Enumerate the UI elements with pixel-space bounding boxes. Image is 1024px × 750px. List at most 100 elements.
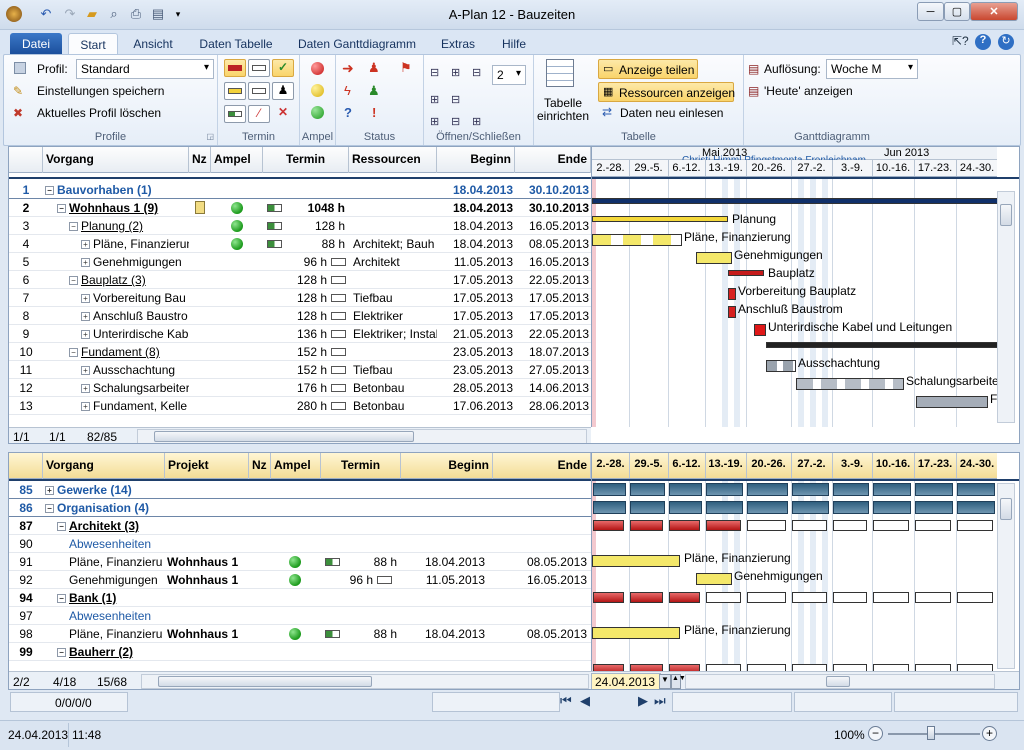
- expand-icon[interactable]: +: [81, 330, 90, 340]
- table-row[interactable]: 85 + Gewerke (14): [9, 481, 591, 499]
- task-bar-plaene[interactable]: [592, 234, 682, 246]
- gantt-date-field[interactable]: 24.04.2013: [591, 673, 661, 689]
- col-ampel[interactable]: Ampel: [211, 147, 263, 173]
- top-vscroll-thumb[interactable]: [1000, 204, 1012, 226]
- tab-extras[interactable]: Extras: [434, 33, 482, 54]
- col-termin[interactable]: Termin: [263, 147, 349, 173]
- task-name[interactable]: + Pläne, Finanzierun: [81, 237, 189, 251]
- level-dropdown[interactable]: 2: [492, 65, 526, 85]
- col-termin-b[interactable]: Termin: [321, 453, 401, 479]
- summary-bar-bauplatz[interactable]: [728, 270, 764, 276]
- save-profile-button[interactable]: Einstellungen speichern: [37, 84, 164, 98]
- tab-daten-tabelle[interactable]: Daten Tabelle: [192, 33, 280, 54]
- task-name[interactable]: Pläne, Finanzieru: [69, 555, 165, 569]
- status-exclamation-icon[interactable]: !: [372, 105, 376, 120]
- tab-ansicht[interactable]: Ansicht: [124, 33, 182, 54]
- task-name[interactable]: − Bauplatz (3): [69, 273, 189, 287]
- summary-bar-planung[interactable]: [592, 216, 728, 222]
- minimize-icon[interactable]: ─: [917, 2, 944, 21]
- table-row[interactable]: 99 − Bauherr (2): [9, 643, 591, 661]
- table-row[interactable]: 13 + Fundament, Kelle 280 h Betonbau 17.06.20…: [9, 397, 591, 415]
- task-bar-kabel[interactable]: [754, 324, 766, 336]
- table-row[interactable]: 5 + Genehmigungen 96 h Architekt 11.05.2013 16…: [9, 253, 591, 271]
- termin-check-icon[interactable]: ✓: [272, 59, 294, 77]
- task-name[interactable]: − Planung (2): [69, 219, 189, 233]
- heute-anzeigen-button[interactable]: 'Heute' anzeigen: [764, 84, 853, 98]
- task-bar-genehmigungen-architekt[interactable]: [696, 573, 732, 585]
- collapse-icon[interactable]: −: [69, 348, 78, 358]
- task-bar-fundament-keller[interactable]: [916, 396, 988, 408]
- zoom-in-icon[interactable]: +: [982, 726, 997, 741]
- task-name[interactable]: + Ausschachtung: [81, 363, 189, 377]
- task-name[interactable]: − Bauvorhaben (1): [45, 183, 189, 197]
- task-name[interactable]: − Bank (1): [57, 591, 165, 605]
- termin-bar-yellow-icon[interactable]: [224, 82, 246, 100]
- col-beginn-b[interactable]: Beginn: [401, 453, 493, 479]
- table-row[interactable]: 12 + Schalungsarbeiter 176 h Betonbau 28.05.2…: [9, 379, 591, 397]
- col-beginn[interactable]: Beginn: [437, 147, 515, 173]
- profil-dropdown[interactable]: Standard: [76, 59, 214, 79]
- termin-bar-red-icon[interactable]: [224, 59, 246, 77]
- collapse-level-icon[interactable]: ⊟: [472, 66, 481, 79]
- task-name[interactable]: Abwesenheiten: [69, 609, 165, 623]
- col-ende-b[interactable]: Ende: [493, 453, 591, 479]
- gantt-hscroll-thumb[interactable]: [826, 676, 850, 687]
- expand-icon[interactable]: +: [81, 312, 90, 322]
- col-projekt-b[interactable]: Projekt: [165, 453, 249, 479]
- table-row[interactable]: 10 − Fundament (8) 152 h 23.05.2013 18.07.201…: [9, 343, 591, 361]
- table-row[interactable]: 3 − Planung (2) 128 h 18.04.2013 16.05.2013: [9, 217, 591, 235]
- table-row[interactable]: 92 Genehmigungen Wohnhaus 1 96 h 11.05.2013 1…: [9, 571, 591, 589]
- expand-icon[interactable]: +: [81, 366, 90, 376]
- table-row[interactable]: 90 Abwesenheiten: [9, 535, 591, 553]
- collapse-icon[interactable]: −: [45, 504, 54, 514]
- status-lightning-icon[interactable]: ϟ: [344, 83, 351, 98]
- collapse-icon[interactable]: −: [45, 186, 54, 196]
- anzeige-teilen-toggle[interactable]: ▭ Anzeige teilen: [598, 59, 698, 79]
- tab-daten-ganttdiagramm[interactable]: Daten Ganttdiagramm: [290, 33, 424, 54]
- ressourcen-anzeigen-toggle[interactable]: ▦ Ressourcen anzeigen: [598, 82, 735, 102]
- expand-icon[interactable]: +: [81, 294, 90, 304]
- table-setup-icon[interactable]: [546, 59, 574, 87]
- expand-all-icon[interactable]: ⊟: [430, 66, 439, 79]
- table-row[interactable]: 86 − Organisation (4): [9, 499, 591, 517]
- col-ressourcen[interactable]: Ressourcen: [349, 147, 437, 173]
- top-vscroll[interactable]: [997, 191, 1015, 423]
- date-dropdown-icon[interactable]: ▼: [659, 674, 671, 689]
- close-node-icon[interactable]: ⊟: [451, 93, 460, 106]
- expand-icon[interactable]: +: [81, 240, 90, 250]
- termin-person-icon[interactable]: ♟: [272, 82, 294, 100]
- date-spin-icon[interactable]: ▲▼: [671, 674, 686, 689]
- table-row[interactable]: 91 Pläne, Finanzieru Wohnhaus 1 88 h 18.04.2…: [9, 553, 591, 571]
- task-name[interactable]: Abwesenheiten: [69, 537, 165, 551]
- whats-this-icon[interactable]: ⇱?: [952, 34, 969, 48]
- dialog-launcher-icon[interactable]: ◲: [206, 132, 214, 141]
- col-nz-b[interactable]: Nz: [249, 453, 271, 479]
- expand-level-icon[interactable]: ⊞: [451, 66, 460, 79]
- top-hscroll-thumb[interactable]: [154, 431, 414, 442]
- table-row[interactable]: 11 + Ausschachtung 152 h Tiefbau 23.05.2013 27…: [9, 361, 591, 379]
- task-bar-plaene-bank[interactable]: [592, 627, 680, 639]
- expand-icon[interactable]: +: [81, 402, 90, 412]
- bottom-vscroll[interactable]: [997, 483, 1015, 669]
- table-row[interactable]: 9 + Unterirdische Kab 136 h Elektriker; Inst…: [9, 325, 591, 343]
- delete-profile-button[interactable]: Aktuelles Profil löschen: [37, 106, 161, 120]
- tree-icon[interactable]: ⊞: [472, 115, 481, 128]
- table-row[interactable]: 2 − Wohnhaus 1 (9) 1048 h 18.04.2013 30.10.20…: [9, 199, 591, 217]
- zoom-out-icon[interactable]: −: [868, 726, 883, 741]
- collapse-icon[interactable]: −: [57, 204, 66, 214]
- ampel-yellow-icon[interactable]: [311, 84, 324, 97]
- info-icon[interactable]: ↻: [998, 34, 1014, 50]
- expand-icon[interactable]: +: [81, 384, 90, 394]
- task-bar-genehmigungen[interactable]: [696, 252, 732, 264]
- collapse-icon[interactable]: −: [57, 594, 66, 604]
- first-record-icon[interactable]: ⏮: [560, 693, 572, 709]
- last-record-icon[interactable]: ⏭: [654, 693, 666, 709]
- summary-bar-fundament[interactable]: [766, 342, 997, 348]
- collapse-icon[interactable]: −: [69, 276, 78, 286]
- collapse-icon[interactable]: −: [57, 648, 66, 658]
- task-bar-ausschachtung[interactable]: [766, 360, 796, 372]
- close-all-icon[interactable]: ⊟: [451, 115, 460, 128]
- prev-record-icon[interactable]: ◀: [580, 693, 590, 709]
- zoom-slider-thumb[interactable]: [927, 726, 935, 740]
- bottom-hscroll-thumb[interactable]: [158, 676, 372, 687]
